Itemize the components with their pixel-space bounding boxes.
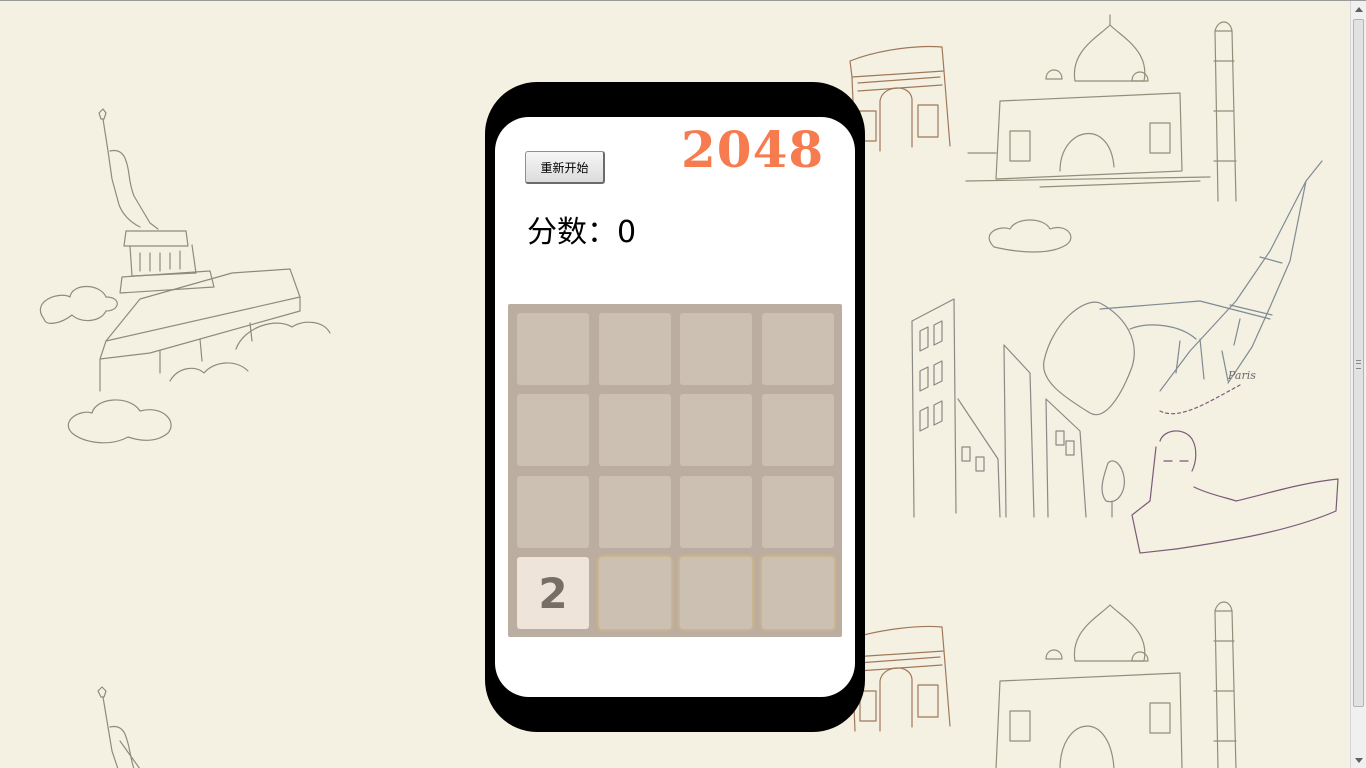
scroll-grip-icon <box>1356 360 1361 369</box>
grid-cell <box>762 313 834 385</box>
score-label: 分数： <box>527 215 617 250</box>
grid-cell <box>599 394 671 466</box>
grid-cell <box>517 313 589 385</box>
arc-de-triomphe-icon <box>849 45 951 732</box>
paris-caption: Paris <box>1227 369 1256 382</box>
browser-viewport: Paris 重新开始 2048 分数：0 2 <box>0 0 1366 768</box>
game-title: 2048 <box>681 120 825 179</box>
grid-cell <box>599 313 671 385</box>
game-board[interactable]: 2 <box>508 304 842 637</box>
taj-mahal-icon <box>965 14 1237 768</box>
grid-cell <box>599 557 671 629</box>
restart-button[interactable]: 重新开始 <box>525 151 605 184</box>
phone-frame: 重新开始 2048 分数：0 2 <box>485 82 865 732</box>
grid-cell <box>517 394 589 466</box>
score-value: 0 <box>617 215 637 250</box>
score-display: 分数：0 <box>527 213 636 253</box>
grid-cell <box>762 476 834 548</box>
scrollbar-thumb[interactable] <box>1353 19 1364 707</box>
scroll-up-arrow-icon[interactable] <box>1355 7 1363 12</box>
sphinx-icon <box>1131 384 1339 554</box>
grid-cell <box>762 394 834 466</box>
grid-cell <box>680 557 752 629</box>
eiffel-tower-icon <box>1099 160 1323 392</box>
grid-cell <box>680 476 752 548</box>
scroll-down-arrow-icon[interactable] <box>1355 758 1363 763</box>
grid-cell <box>680 313 752 385</box>
grid-cell <box>762 557 834 629</box>
grid-cell <box>599 476 671 548</box>
grid-cell <box>680 394 752 466</box>
grid-cell <box>517 476 589 548</box>
city-buildings-icon <box>911 298 1135 518</box>
game-screen: 重新开始 2048 分数：0 2 <box>495 117 855 697</box>
vertical-scrollbar[interactable] <box>1350 1 1366 768</box>
statue-of-liberty-icon <box>39 108 331 768</box>
tile-2: 2 <box>517 557 589 629</box>
